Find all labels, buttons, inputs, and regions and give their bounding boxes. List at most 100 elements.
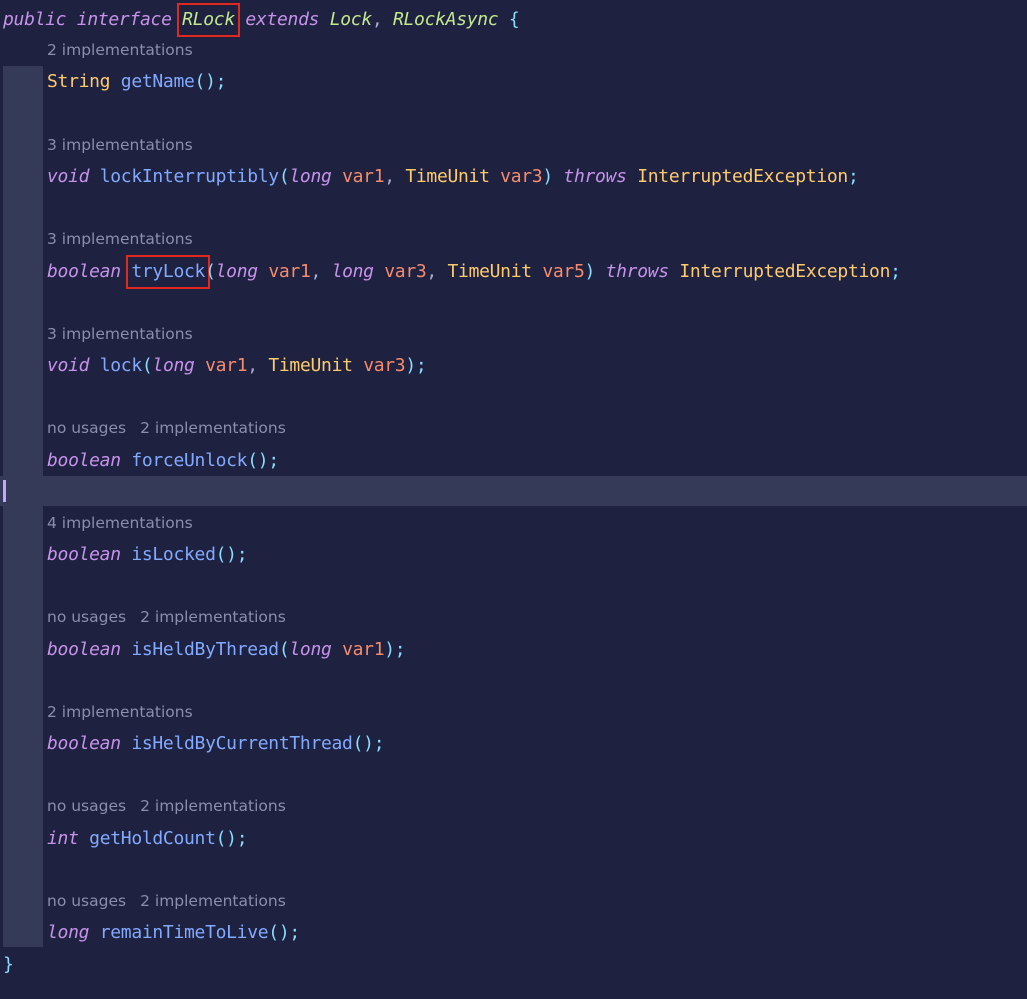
implementations-hint[interactable]: 2 implementations xyxy=(140,797,286,815)
return-type: void xyxy=(47,355,90,376)
code-punctuation: ) xyxy=(226,544,237,565)
interface-name-highlighted[interactable]: RLock xyxy=(177,3,240,37)
code-punctuation xyxy=(121,450,132,471)
method-name[interactable]: lock xyxy=(100,355,142,376)
method-name[interactable]: remainTimeToLive xyxy=(100,922,269,943)
method-declaration[interactable]: void lock(long var1, TimeUnit var3); xyxy=(47,354,427,378)
param-name[interactable]: var1 xyxy=(342,166,384,187)
method-name[interactable]: isHeldByCurrentThread xyxy=(131,733,353,754)
code-punctuation: , xyxy=(247,355,269,376)
usages-hint[interactable]: no usages xyxy=(47,419,126,437)
implementations-hint[interactable]: 3 implementations xyxy=(47,136,193,154)
return-type: boolean xyxy=(47,544,121,565)
method-declaration[interactable]: boolean forceUnlock(); xyxy=(47,449,279,473)
method-declaration[interactable]: boolean isHeldByCurrentThread(); xyxy=(47,732,385,756)
code-punctuation: ; xyxy=(373,733,385,754)
code-punctuation xyxy=(89,166,100,187)
code-punctuation xyxy=(553,166,564,187)
code-punctuation: ( xyxy=(352,733,364,754)
super-interface-lock[interactable]: Lock xyxy=(330,9,372,30)
code-punctuation: ) xyxy=(257,450,269,471)
code-punctuation xyxy=(332,639,343,660)
method-name[interactable]: forceUnlock xyxy=(131,450,247,471)
return-type: boolean xyxy=(47,261,121,282)
code-punctuation xyxy=(258,261,269,282)
method-name[interactable]: getName xyxy=(121,71,195,92)
code-editor[interactable]: public interface RLock extends Lock, RLo… xyxy=(0,0,1027,999)
method-name[interactable]: isLocked xyxy=(131,544,216,565)
implementations-hint[interactable]: 2 implementations xyxy=(140,419,286,437)
code-punctuation: ; xyxy=(236,544,248,565)
interface-declaration[interactable]: public interface RLock extends Lock, RLo… xyxy=(3,3,520,37)
brace-open: { xyxy=(508,9,520,30)
code-punctuation xyxy=(332,166,343,187)
code-punctuation: , xyxy=(310,261,332,282)
exception-type[interactable]: InterruptedException xyxy=(637,166,848,187)
code-lens-hint: no usages 2 implementations xyxy=(47,607,286,627)
usages-hint[interactable]: no usages xyxy=(47,797,126,815)
param-name[interactable]: var1 xyxy=(342,639,384,660)
code-lens-hint: 2 implementations xyxy=(47,702,193,722)
code-punctuation: ; xyxy=(847,166,859,187)
method-name[interactable]: getHoldCount xyxy=(89,828,216,849)
code-punctuation xyxy=(89,355,100,376)
method-name[interactable]: lockInterruptibly xyxy=(100,166,279,187)
param-name[interactable]: var1 xyxy=(268,261,310,282)
code-punctuation: ; xyxy=(268,450,279,471)
param-name[interactable]: var5 xyxy=(542,261,584,282)
code-punctuation: ) xyxy=(278,922,290,943)
exception-type[interactable]: InterruptedException xyxy=(679,261,890,282)
return-type: boolean xyxy=(47,639,121,660)
implementations-hint[interactable]: 3 implementations xyxy=(47,325,193,343)
code-punctuation xyxy=(110,71,121,92)
code-punctuation xyxy=(374,261,385,282)
implementations-hint[interactable]: 2 implementations xyxy=(47,41,193,59)
method-name[interactable]: isHeldByThread xyxy=(131,639,279,660)
method-declaration[interactable]: String getName(); xyxy=(47,70,226,94)
usages-hint[interactable]: no usages xyxy=(47,608,126,626)
implementations-hint[interactable]: 2 implementations xyxy=(47,703,193,721)
return-type: int xyxy=(47,828,79,849)
param-name[interactable]: var1 xyxy=(205,355,247,376)
method-declaration[interactable]: boolean tryLock(long var1, long var3, Ti… xyxy=(47,255,901,289)
code-lens-hint: 3 implementations xyxy=(47,135,193,155)
method-declaration[interactable]: int getHoldCount(); xyxy=(47,827,248,851)
code-punctuation xyxy=(532,261,543,282)
method-name-highlighted[interactable]: tryLock xyxy=(126,255,211,289)
code-punctuation: ( xyxy=(278,639,290,660)
method-declaration[interactable]: void lockInterruptibly(long var1, TimeUn… xyxy=(47,165,859,189)
implementations-hint[interactable]: 2 implementations xyxy=(140,892,286,910)
implementations-hint[interactable]: 2 implementations xyxy=(140,608,286,626)
code-punctuation xyxy=(121,733,132,754)
code-punctuation: ; xyxy=(236,828,248,849)
method-declaration[interactable]: boolean isHeldByThread(long var1); xyxy=(47,638,406,662)
super-interface-rlockasync[interactable]: RLockAsync xyxy=(393,9,499,30)
keyword-extends: extends xyxy=(245,9,320,30)
code-lens-hint: 3 implementations xyxy=(47,229,193,249)
code-punctuation: ) xyxy=(405,355,416,376)
code-punctuation xyxy=(79,828,90,849)
usages-hint[interactable]: no usages xyxy=(47,892,126,910)
code-punctuation xyxy=(595,261,606,282)
param-name[interactable]: var3 xyxy=(363,355,405,376)
param-type: long xyxy=(289,639,332,660)
method-declaration[interactable]: boolean isLocked(); xyxy=(47,543,248,567)
param-type: TimeUnit xyxy=(447,261,533,282)
code-punctuation: ; xyxy=(215,71,227,92)
param-type: TimeUnit xyxy=(268,355,353,376)
param-name[interactable]: var3 xyxy=(500,166,542,187)
code-punctuation: ; xyxy=(890,261,901,282)
code-punctuation: ) xyxy=(226,828,237,849)
code-punctuation xyxy=(195,355,206,376)
implementations-hint[interactable]: 3 implementations xyxy=(47,230,193,248)
indent-guide xyxy=(3,66,43,947)
param-name[interactable]: var3 xyxy=(384,261,426,282)
current-line-highlight xyxy=(0,476,1027,506)
method-declaration[interactable]: long remainTimeToLive(); xyxy=(47,921,300,945)
code-lens-hint: 3 implementations xyxy=(47,324,193,344)
param-type: long xyxy=(331,261,374,282)
code-punctuation: , xyxy=(426,261,448,282)
implementations-hint[interactable]: 4 implementations xyxy=(47,514,193,532)
param-type: TimeUnit xyxy=(405,166,490,187)
keyword-throws: throws xyxy=(563,166,627,187)
